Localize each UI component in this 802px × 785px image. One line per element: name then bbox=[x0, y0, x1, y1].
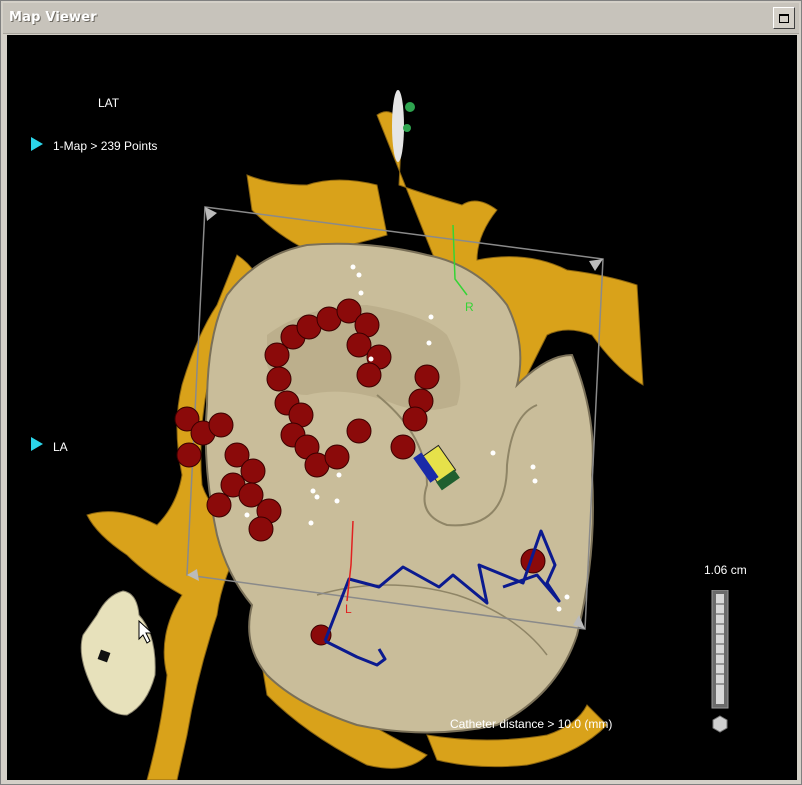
chamber-label[interactable]: LA bbox=[53, 440, 68, 454]
window-title: Map Viewer bbox=[9, 10, 97, 25]
map-entry-label[interactable]: 1-Map > 239 Points bbox=[53, 139, 157, 153]
hexagon-icon[interactable] bbox=[711, 715, 729, 733]
map-type-label: LAT bbox=[98, 96, 120, 110]
maximize-icon bbox=[779, 13, 789, 23]
triangle-right-icon[interactable] bbox=[31, 437, 43, 451]
title-bar[interactable]: Map Viewer bbox=[3, 3, 799, 34]
3d-map-viewport[interactable]: R L LAT 1-Map > 239 Points LA 1.06 cm Ca… bbox=[7, 35, 797, 780]
map-viewer-window: Map Viewer R L LAT 1-Map > 239 Points LA… bbox=[0, 0, 802, 785]
scale-bar[interactable] bbox=[709, 590, 731, 712]
axis-l-label: L bbox=[345, 602, 352, 616]
axis-r-label: R bbox=[465, 300, 474, 314]
catheter-distance-label: Catheter distance > 10.0 (mm) bbox=[450, 717, 613, 731]
maximize-button[interactable] bbox=[773, 7, 795, 29]
triangle-right-icon[interactable] bbox=[31, 137, 43, 151]
catheter-indicator bbox=[392, 90, 415, 162]
scale-label: 1.06 cm bbox=[704, 563, 747, 577]
heart-orientation-thumbnail[interactable] bbox=[80, 590, 156, 716]
